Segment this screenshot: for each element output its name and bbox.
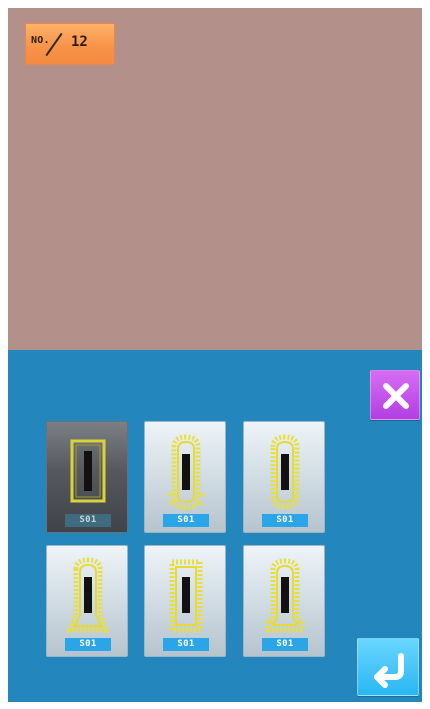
enter-icon [374,653,404,688]
shape-code: S01 [65,638,111,651]
shape-code: S01 [163,514,209,527]
machine-screen: NO. 12 S01 S01 S01 S01 S01 S01 [8,8,422,702]
shape-button-1[interactable]: S01 [46,421,128,533]
close-icon [383,383,409,409]
pattern-number-badge: NO. 12 [25,23,115,65]
shape-code: S01 [262,638,308,651]
shape-button-4[interactable]: S01 [46,545,128,657]
pattern-preview-area: NO. 12 [8,8,422,350]
close-button[interactable] [370,370,420,420]
shape-code: S01 [163,638,209,651]
shape-button-6[interactable]: S01 [243,545,325,657]
enter-button[interactable] [357,638,419,696]
shape-button-2[interactable]: S01 [144,421,226,533]
shape-code: S01 [65,514,111,527]
pattern-number-label: NO. [31,35,50,46]
shape-button-5[interactable]: S01 [144,545,226,657]
shape-button-3[interactable]: S01 [243,421,325,533]
shape-code: S01 [262,514,308,527]
pattern-number-value: 12 [71,34,88,50]
